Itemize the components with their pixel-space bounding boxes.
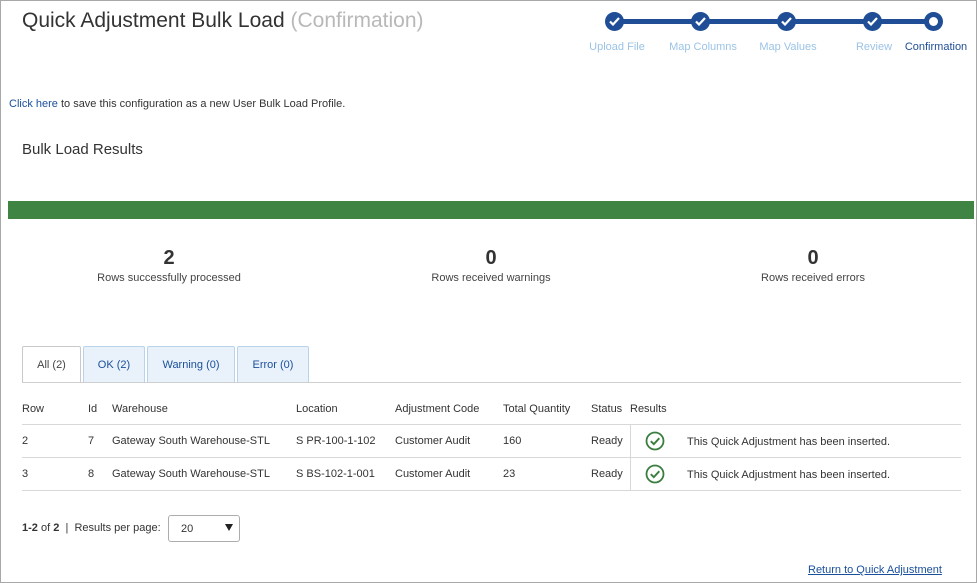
cell-result-message: This Quick Adjustment has been inserted. bbox=[687, 469, 890, 481]
stat-warnings: 0 Rows received warnings bbox=[381, 246, 601, 284]
stat-success-value: 2 bbox=[163, 247, 175, 269]
cell-total-quantity: 160 bbox=[503, 435, 522, 447]
pagination-total: 2 bbox=[53, 522, 60, 534]
stat-warnings-value: 0 bbox=[485, 247, 497, 269]
tabs-divider bbox=[22, 382, 961, 383]
step-1-check-icon bbox=[605, 12, 624, 31]
step-label-review[interactable]: Review bbox=[856, 41, 892, 53]
wizard-stepper: Upload File Map Columns Map Values Revie… bbox=[1, 1, 977, 61]
tab-all[interactable]: All (2) bbox=[22, 346, 81, 383]
cell-location: S PR-100-1-102 bbox=[296, 435, 376, 447]
pagination-separator: | bbox=[65, 522, 69, 534]
step-label-upload-file[interactable]: Upload File bbox=[589, 41, 645, 53]
tab-ok[interactable]: OK (2) bbox=[83, 346, 145, 382]
results-column-separator bbox=[630, 425, 631, 491]
page-frame: Quick Adjustment Bulk Load (Confirmation… bbox=[0, 0, 977, 583]
stat-success: 2 Rows successfully processed bbox=[59, 246, 279, 284]
step-3-check-icon bbox=[777, 12, 796, 31]
cell-id: 7 bbox=[88, 435, 95, 447]
results-progress-bar bbox=[8, 201, 974, 219]
step-label-map-values[interactable]: Map Values bbox=[759, 41, 816, 53]
save-profile-line: Click here to save this configuration as… bbox=[9, 98, 345, 110]
column-header-row: Row bbox=[22, 403, 45, 415]
cell-location: S BS-102-1-001 bbox=[296, 468, 375, 480]
cell-adjustment-code: Customer Audit bbox=[395, 435, 471, 447]
save-profile-text: to save this configuration as a new User… bbox=[57, 98, 346, 110]
pagination-info: 1-2 of 2 | Results per page: bbox=[22, 522, 161, 534]
stat-errors-value: 0 bbox=[807, 247, 819, 269]
tab-warning[interactable]: Warning (0) bbox=[147, 346, 235, 382]
results-progress-fill bbox=[8, 201, 974, 219]
check-circle-icon bbox=[645, 464, 665, 484]
step-label-confirmation: Confirmation bbox=[904, 41, 968, 53]
check-circle-icon bbox=[645, 431, 665, 451]
table-header-divider bbox=[22, 424, 961, 425]
step-label-map-columns[interactable]: Map Columns bbox=[669, 41, 737, 53]
column-header-location: Location bbox=[296, 403, 338, 415]
results-per-page-label: Results per page: bbox=[74, 522, 161, 534]
column-header-status: Status bbox=[591, 403, 623, 415]
cell-warehouse: Gateway South Warehouse-STL bbox=[112, 435, 270, 447]
pagination-of: of bbox=[37, 522, 54, 534]
stat-errors-label: Rows received errors bbox=[761, 272, 865, 284]
return-to-quick-adjustment-link[interactable]: Return to Quick Adjustment bbox=[808, 564, 942, 576]
results-per-page-value: 20 bbox=[181, 522, 194, 535]
stepper-track bbox=[615, 19, 933, 24]
step-4-check-icon bbox=[863, 12, 882, 31]
table-bottom-divider bbox=[22, 490, 961, 491]
cell-total-quantity: 23 bbox=[503, 468, 516, 480]
dropdown-arrow-icon bbox=[225, 524, 233, 531]
cell-row: 2 bbox=[22, 435, 29, 447]
stat-success-label: Rows successfully processed bbox=[97, 272, 241, 284]
cell-warehouse: Gateway South Warehouse-STL bbox=[112, 468, 270, 480]
column-header-warehouse: Warehouse bbox=[112, 403, 168, 415]
cell-row: 3 bbox=[22, 468, 29, 480]
column-header-adjustment-code: Adjustment Code bbox=[395, 403, 480, 415]
table-row-divider bbox=[22, 457, 961, 458]
stat-warnings-label: Rows received warnings bbox=[431, 272, 551, 284]
step-2-check-icon bbox=[691, 12, 710, 31]
cell-result-message: This Quick Adjustment has been inserted. bbox=[687, 436, 890, 448]
cell-id: 8 bbox=[88, 468, 95, 480]
results-per-page-select[interactable]: 20 bbox=[168, 515, 240, 542]
stat-errors: 0 Rows received errors bbox=[703, 246, 923, 284]
column-header-total-quantity: Total Quantity bbox=[503, 403, 571, 415]
column-header-id: Id bbox=[88, 403, 98, 415]
step-5-current-icon bbox=[924, 12, 943, 31]
tab-error[interactable]: Error (0) bbox=[237, 346, 309, 382]
cell-status: Ready bbox=[591, 468, 623, 480]
pagination-range: 1-2 bbox=[22, 522, 38, 534]
save-profile-link[interactable]: Click here bbox=[9, 98, 58, 110]
cell-adjustment-code: Customer Audit bbox=[395, 468, 471, 480]
cell-status: Ready bbox=[591, 435, 623, 447]
results-section-title: Bulk Load Results bbox=[22, 141, 143, 158]
column-header-results: Results bbox=[630, 403, 667, 415]
